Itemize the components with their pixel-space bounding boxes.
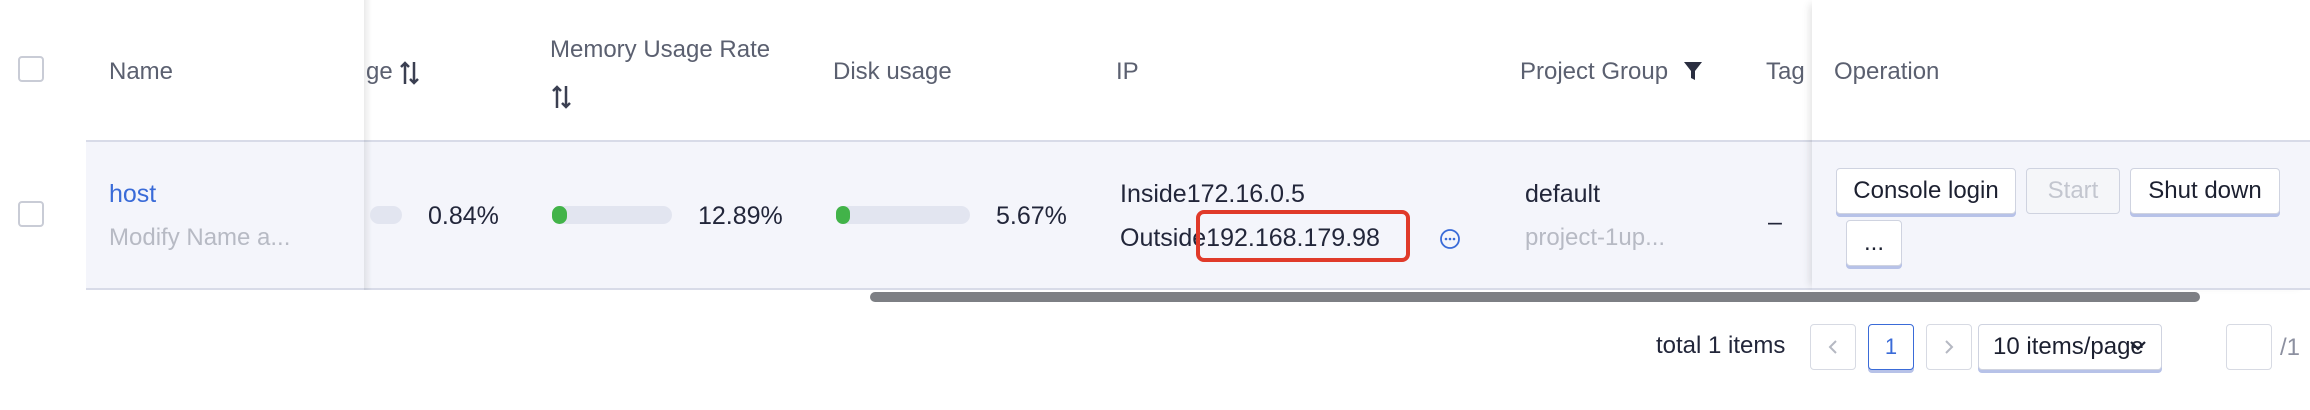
chevron-left-icon [1828,340,1837,354]
start-button[interactable]: Start [2026,168,2120,214]
pagination-page-1[interactable]: 1 [1868,324,1914,370]
memory-usage-bar-fill [552,206,567,224]
disk-usage-bar [836,206,970,224]
column-header-disk: Disk usage [833,58,952,85]
console-login-button[interactable]: Console login [1836,168,2016,214]
ip-inside: Inside172.16.0.5 [1120,180,1305,209]
column-header-cpu-label: ge [366,58,393,85]
sort-icon[interactable] [552,84,572,110]
pagination-prev-button[interactable] [1810,324,1856,370]
pagination-next-button[interactable] [1926,324,1972,370]
disk-usage-bar-fill [836,206,850,224]
ip-outside-label: Outside [1120,224,1207,252]
page-size-select[interactable]: 10 items/page [1978,324,2162,370]
tag-value: – [1768,208,1782,236]
ip-outside-highlight [1196,210,1410,262]
column-header-project-group: Project Group [1520,58,1669,85]
host-name-modify[interactable]: Modify Name a... [109,224,290,252]
page-total: /1 [2280,334,2301,361]
host-table-screen: Name ge Memory Usage Rate Disk usage IP … [0,0,2310,410]
host-name-link[interactable]: host [109,180,156,209]
select-all-checkbox[interactable] [18,56,44,82]
ip-inside-label: Inside [1120,180,1187,208]
page-jump-input[interactable] [2226,324,2272,370]
column-header-ip: IP [1116,58,1139,85]
chevron-down-icon [2130,341,2146,351]
horizontal-scrollbar[interactable] [870,292,2200,302]
ellipsis-circle-icon[interactable] [1439,228,1461,250]
project-group-value: default [1525,180,1601,208]
chevron-right-icon [1945,340,1954,354]
column-header-name: Name [109,58,174,85]
cpu-usage-bar [370,206,402,224]
ip-inside-value: 172.16.0.5 [1186,180,1305,208]
fixed-column-shadow [364,0,372,290]
disk-usage-value: 5.67% [996,202,1067,230]
more-actions-button[interactable]: ... [1846,220,1902,266]
shut-down-button[interactable]: Shut down [2130,168,2280,214]
filter-icon[interactable] [1683,60,1703,82]
row-checkbox[interactable] [18,201,44,227]
column-header-memory: Memory Usage Rate [550,36,771,63]
memory-usage-value: 12.89% [698,202,783,230]
column-header-operation: Operation [1834,58,1940,85]
project-group-sub: project-1up... [1525,224,1666,251]
sort-icon[interactable] [400,60,420,86]
column-header-tag: Tag [1766,58,1805,85]
cpu-usage-value: 0.84% [428,202,499,230]
pagination-total: total 1 items [1656,332,1786,359]
operation-row-background [1812,140,2310,290]
column-header-cpu[interactable]: ge [366,58,393,86]
memory-usage-bar [552,206,672,224]
page-size-value: 10 items/page [1993,333,2144,360]
